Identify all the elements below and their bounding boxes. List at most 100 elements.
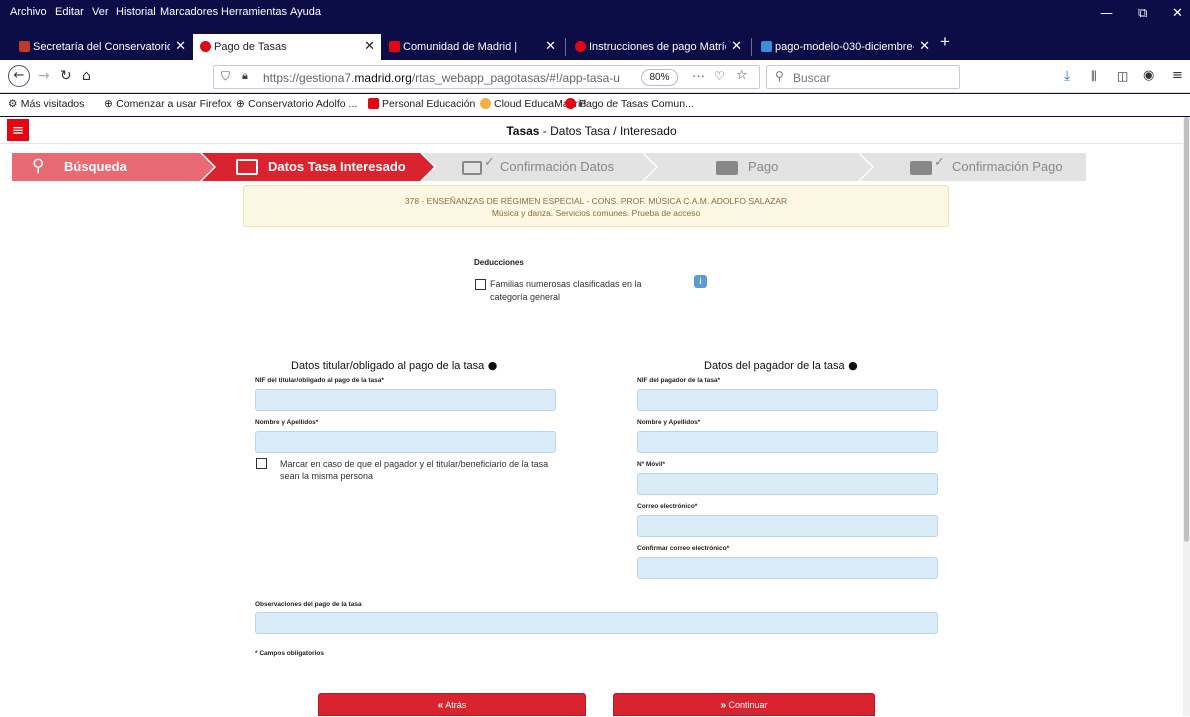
url-bar[interactable]: ⛉ 🔒︎ https://gestiona7.madrid.org/rtas_w… xyxy=(213,65,760,89)
close-tab-icon[interactable]: ✕ xyxy=(175,39,186,54)
observaciones-input[interactable] xyxy=(255,612,938,634)
bookmark-conservatorio[interactable]: ⊕ Conservatorio Adolfo ... xyxy=(236,98,357,110)
tab-separator xyxy=(565,38,566,56)
shield-icon: ⛉ xyxy=(221,69,231,83)
forward-icon[interactable]: → xyxy=(38,65,50,87)
account-icon[interactable]: ◉ xyxy=(1143,65,1154,87)
tab-comunidad-madrid[interactable]: Comunidad de Madrid | ✕ xyxy=(382,34,562,60)
pocket-icon[interactable]: ♡ xyxy=(714,69,725,83)
page-actions-icon[interactable]: ··· xyxy=(692,68,705,83)
page-content: ≡ Tasas - Datos Tasa / Interesado ⚲ Búsq… xyxy=(0,117,1190,716)
progress-stepper: ⚲ Búsqueda Datos Tasa Interesado ✓ Confi… xyxy=(12,153,1086,181)
continue-button[interactable]: » Continuar xyxy=(613,693,875,716)
required-fields-note: * Campos obligatorios xyxy=(255,650,324,657)
nif-pagador-input[interactable] xyxy=(637,389,938,411)
deducciones-title: Deducciones xyxy=(474,258,524,267)
page-scrollbar[interactable] xyxy=(1183,117,1190,716)
globe-icon: ⊕ xyxy=(104,98,117,110)
menu-icon[interactable]: ≡ xyxy=(1172,65,1183,87)
step-label: Pago xyxy=(748,159,779,174)
tab-title: pago-modelo-030-diciembre-2 xyxy=(775,41,914,53)
restore-button[interactable]: ⧉ xyxy=(1138,6,1147,21)
lock-icon: 🔒︎ xyxy=(242,69,248,82)
back-button[interactable]: « Atrás xyxy=(318,693,586,716)
search-placeholder: Buscar xyxy=(793,71,831,85)
credit-card-icon xyxy=(910,161,932,175)
id-card-icon xyxy=(462,161,482,175)
step-label: Confirmación Pago xyxy=(952,159,1063,174)
pagador-section-title: Datos del pagador de la tasa ● xyxy=(704,359,858,372)
nif-titular-input[interactable] xyxy=(255,389,556,411)
back-icon[interactable]: ← xyxy=(8,65,30,87)
close-window-button[interactable]: ✕ xyxy=(1172,6,1183,21)
minimize-button[interactable]: — xyxy=(1100,6,1113,21)
nombre-titular-label: Nombre y Apellidos* xyxy=(255,419,319,426)
info-icon[interactable]: i xyxy=(694,275,707,288)
tab-title: Pago de Tasas xyxy=(214,41,287,53)
bookmark-firefox[interactable]: ⊕ Comenzar a usar Firefox xyxy=(104,98,232,110)
madrid-icon xyxy=(389,41,400,52)
reload-icon[interactable]: ↻ xyxy=(60,65,72,87)
step-confirmacion-pago: ✓ Confirmación Pago xyxy=(860,153,1086,181)
zoom-badge[interactable]: 80% xyxy=(641,69,678,86)
tab-instrucciones[interactable]: Instrucciones de pago Matrícul ✕ xyxy=(568,34,748,60)
familias-numerosas-checkbox[interactable] xyxy=(475,279,486,290)
tab-separator xyxy=(751,38,752,56)
nombre-pagador-label: Nombre y Apellidos* xyxy=(637,419,701,426)
library-icon[interactable]: ⫼ xyxy=(1091,65,1097,87)
bookmark-star-icon[interactable]: ☆ xyxy=(736,68,748,83)
menu-marcadores[interactable]: Marcadores xyxy=(160,6,218,18)
same-person-checkbox[interactable] xyxy=(256,458,267,469)
correo-input[interactable] xyxy=(637,515,938,537)
id-card-icon xyxy=(236,159,258,175)
tab-title: Secretaría del Conservatorio de xyxy=(33,41,170,53)
close-tab-icon[interactable]: ✕ xyxy=(731,39,742,54)
close-tab-icon[interactable]: ✕ xyxy=(919,39,930,54)
bookmark-mas-visitados[interactable]: ⚙ Más visitados xyxy=(8,98,84,110)
app-header: ≡ Tasas - Datos Tasa / Interesado xyxy=(0,117,1183,144)
sidebar-icon[interactable]: ◫ xyxy=(1117,65,1128,87)
new-tab-button[interactable]: + xyxy=(940,32,964,58)
tab-pago-modelo[interactable]: pago-modelo-030-diciembre-2 ✕ xyxy=(754,34,936,60)
search-bar[interactable]: ⚲ Buscar xyxy=(766,65,960,89)
menu-historial[interactable]: Historial xyxy=(116,6,156,18)
nombre-titular-input[interactable] xyxy=(255,431,556,453)
tab-title: Instrucciones de pago Matrícul xyxy=(589,41,726,53)
confirmar-correo-label: Confirmar correo electrónico* xyxy=(637,545,730,552)
correo-label: Correo electrónico* xyxy=(637,503,698,510)
titular-section-title: Datos titular/obligado al pago de la tas… xyxy=(291,359,498,372)
credit-card-icon xyxy=(716,161,738,175)
step-label: Búsqueda xyxy=(64,159,127,174)
confirmar-correo-input[interactable] xyxy=(637,557,938,579)
menu-editar[interactable]: Editar xyxy=(55,6,84,18)
step-busqueda[interactable]: ⚲ Búsqueda xyxy=(12,153,202,181)
movil-label: Nº Móvil* xyxy=(637,461,666,468)
menu-ver[interactable]: Ver xyxy=(92,6,109,18)
tab-secretaria[interactable]: Secretaría del Conservatorio de ✕ xyxy=(12,34,192,60)
double-chevron-left-icon: « xyxy=(437,700,444,711)
madrid-icon xyxy=(200,41,211,52)
gear-icon: ⚙ xyxy=(8,98,21,110)
bookmark-pago-tasas[interactable]: Pago de Tasas Comun... xyxy=(565,98,694,110)
banner-line-1: 378 - ENSEÑANZAS DE RÉGIMEN ESPECIAL - C… xyxy=(404,196,788,206)
bookmark-personal-educacion[interactable]: Personal Educación xyxy=(368,98,475,110)
home-icon[interactable]: ⌂ xyxy=(82,65,91,87)
menu-ayuda[interactable]: Ayuda xyxy=(290,6,321,18)
movil-input[interactable] xyxy=(637,473,938,495)
observaciones-label: Observaciones del pago de la tasa xyxy=(255,601,362,608)
continue-button-label: Continuar xyxy=(728,700,768,710)
download-icon[interactable]: ⤓ xyxy=(1064,65,1070,87)
tab-pago-tasas[interactable]: Pago de Tasas ✕ xyxy=(193,34,381,60)
menu-herramientas[interactable]: Herramientas xyxy=(221,6,287,18)
checkmark-icon: ✓ xyxy=(484,155,495,170)
nombre-pagador-input[interactable] xyxy=(637,431,938,453)
double-chevron-right-icon: » xyxy=(720,700,726,711)
back-button-label: Atrás xyxy=(445,700,467,710)
step-confirmacion-datos: ✓ Confirmación Datos xyxy=(422,153,644,181)
menu-archivo[interactable]: Archivo xyxy=(10,6,47,18)
step-datos-tasa: Datos Tasa Interesado xyxy=(202,153,422,181)
user-icon: ● xyxy=(484,359,498,372)
close-tab-icon[interactable]: ✕ xyxy=(545,39,556,54)
close-tab-icon[interactable]: ✕ xyxy=(364,39,375,54)
scrollbar-thumb[interactable] xyxy=(1184,117,1189,542)
